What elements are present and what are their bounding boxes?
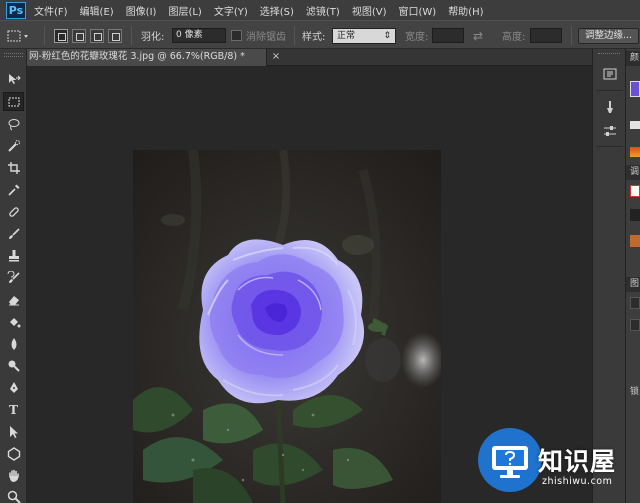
rose-photo [133, 150, 441, 503]
rectangular-marquee-tool-icon[interactable] [3, 92, 24, 111]
crop-tool-icon[interactable] [3, 158, 24, 177]
menu-filter[interactable]: 滤镜(T) [306, 3, 340, 18]
color-ramp-swatch [630, 121, 640, 129]
clone-stamp-tool-icon[interactable] [3, 246, 24, 265]
monitor-question-icon [492, 446, 528, 478]
no-color-swatch [630, 185, 640, 197]
hand-tool-icon[interactable] [3, 466, 24, 485]
foreground-color-swatch[interactable] [630, 81, 640, 97]
zoom-tool-icon[interactable] [3, 487, 24, 503]
height-input[interactable] [530, 28, 562, 43]
gradient-swatch [630, 147, 640, 157]
pen-tool-icon[interactable] [3, 378, 24, 397]
paint-bucket-tool-icon[interactable] [3, 312, 24, 331]
menu-bar: Ps 文件(F) 编辑(E) 图像(I) 图层(L) 文字(Y) 选择(S) 滤… [0, 0, 640, 20]
height-label: 高度: [502, 32, 526, 43]
menu-type[interactable]: 文字(Y) [214, 3, 248, 18]
eraser-tool-icon[interactable] [3, 290, 24, 309]
intersect-selection-button[interactable] [108, 28, 122, 43]
swap-dimensions-icon[interactable]: ⇄ [473, 29, 483, 43]
tools-panel: T [0, 49, 27, 503]
watermark-url: zhishiwu.com [542, 476, 613, 487]
style-label: 样式: [302, 32, 326, 43]
menu-layer[interactable]: 图层(L) [168, 3, 201, 18]
style-select-value: 正常 [337, 30, 356, 41]
watermark: 知识屋 zhishiwu.com [470, 420, 640, 503]
menu-help[interactable]: 帮助(H) [448, 3, 483, 18]
black-swatch [630, 209, 640, 221]
watermark-brand: 知识屋 [538, 447, 617, 476]
orange-swatch [630, 235, 640, 247]
feather-input[interactable]: 0 像素 [172, 28, 226, 43]
refine-edge-button[interactable]: 调整边缘... [578, 27, 640, 44]
menu-window[interactable]: 窗口(W) [398, 3, 436, 18]
menu-view[interactable]: 视图(V) [352, 3, 387, 18]
adjustments-sliders-icon[interactable] [597, 120, 622, 142]
add-to-selection-button[interactable] [72, 28, 86, 43]
path-selection-tool-icon[interactable] [3, 422, 24, 441]
lock-label: 锁 [626, 385, 640, 400]
menu-select[interactable]: 选择(S) [260, 3, 294, 18]
updown-arrow-icon: ⇕ [383, 30, 391, 41]
spot-healing-brush-tool-icon[interactable] [3, 202, 24, 221]
brush-presets-icon[interactable] [597, 96, 622, 118]
photoshop-logo: Ps [6, 1, 26, 19]
subtract-from-selection-button[interactable] [90, 28, 104, 43]
width-input[interactable] [432, 28, 464, 43]
history-panel-icon[interactable] [597, 63, 622, 85]
shape-tool-icon[interactable] [3, 444, 24, 463]
history-brush-tool-icon[interactable] [3, 268, 24, 287]
blur-tool-icon[interactable] [3, 334, 24, 353]
document-tab-bar: 网-粉红色的花瓣玫瑰花 3.jpg @ 66.7%(RGB/8) * × [27, 49, 592, 66]
blend-mode-box[interactable] [630, 319, 640, 331]
move-tool-icon[interactable] [3, 69, 24, 88]
lasso-tool-icon[interactable] [3, 114, 24, 133]
layer-filter-box[interactable] [630, 297, 640, 309]
new-selection-button[interactable] [54, 28, 68, 43]
close-icon[interactable]: × [270, 49, 282, 66]
antialias-checkbox[interactable] [231, 30, 242, 41]
marquee-preset-icon [7, 30, 28, 41]
layers-panel-tab[interactable]: 图 [626, 277, 640, 292]
tool-preset-picker[interactable] [6, 21, 30, 50]
options-bar: 羽化: 0 像素 消除锯齿 样式: 正常 ⇕ 宽度: ⇄ 高度: 调整边缘... [0, 20, 640, 49]
document-tab[interactable]: 网-粉红色的花瓣玫瑰花 3.jpg @ 66.7%(RGB/8) * [27, 49, 267, 66]
menu-image[interactable]: 图像(I) [126, 3, 157, 18]
quick-selection-tool-icon[interactable] [3, 136, 24, 155]
eyedropper-tool-icon[interactable] [3, 180, 24, 199]
antialias-label: 消除锯齿 [246, 32, 286, 43]
adjustments-panel-tab[interactable]: 调 [626, 165, 640, 180]
brush-tool-icon[interactable] [3, 224, 24, 243]
watermark-logo [478, 428, 542, 492]
menu-edit[interactable]: 编辑(E) [80, 3, 114, 18]
feather-label: 羽化: [141, 32, 165, 43]
width-label: 宽度: [405, 32, 429, 43]
type-tool-icon[interactable]: T [3, 400, 24, 419]
selection-mode-group [54, 21, 126, 50]
color-panel-tab[interactable]: 颜 [626, 51, 640, 66]
style-select[interactable]: 正常 ⇕ [332, 27, 396, 44]
dodge-tool-icon[interactable] [3, 356, 24, 375]
menu-file[interactable]: 文件(F) [34, 3, 68, 18]
